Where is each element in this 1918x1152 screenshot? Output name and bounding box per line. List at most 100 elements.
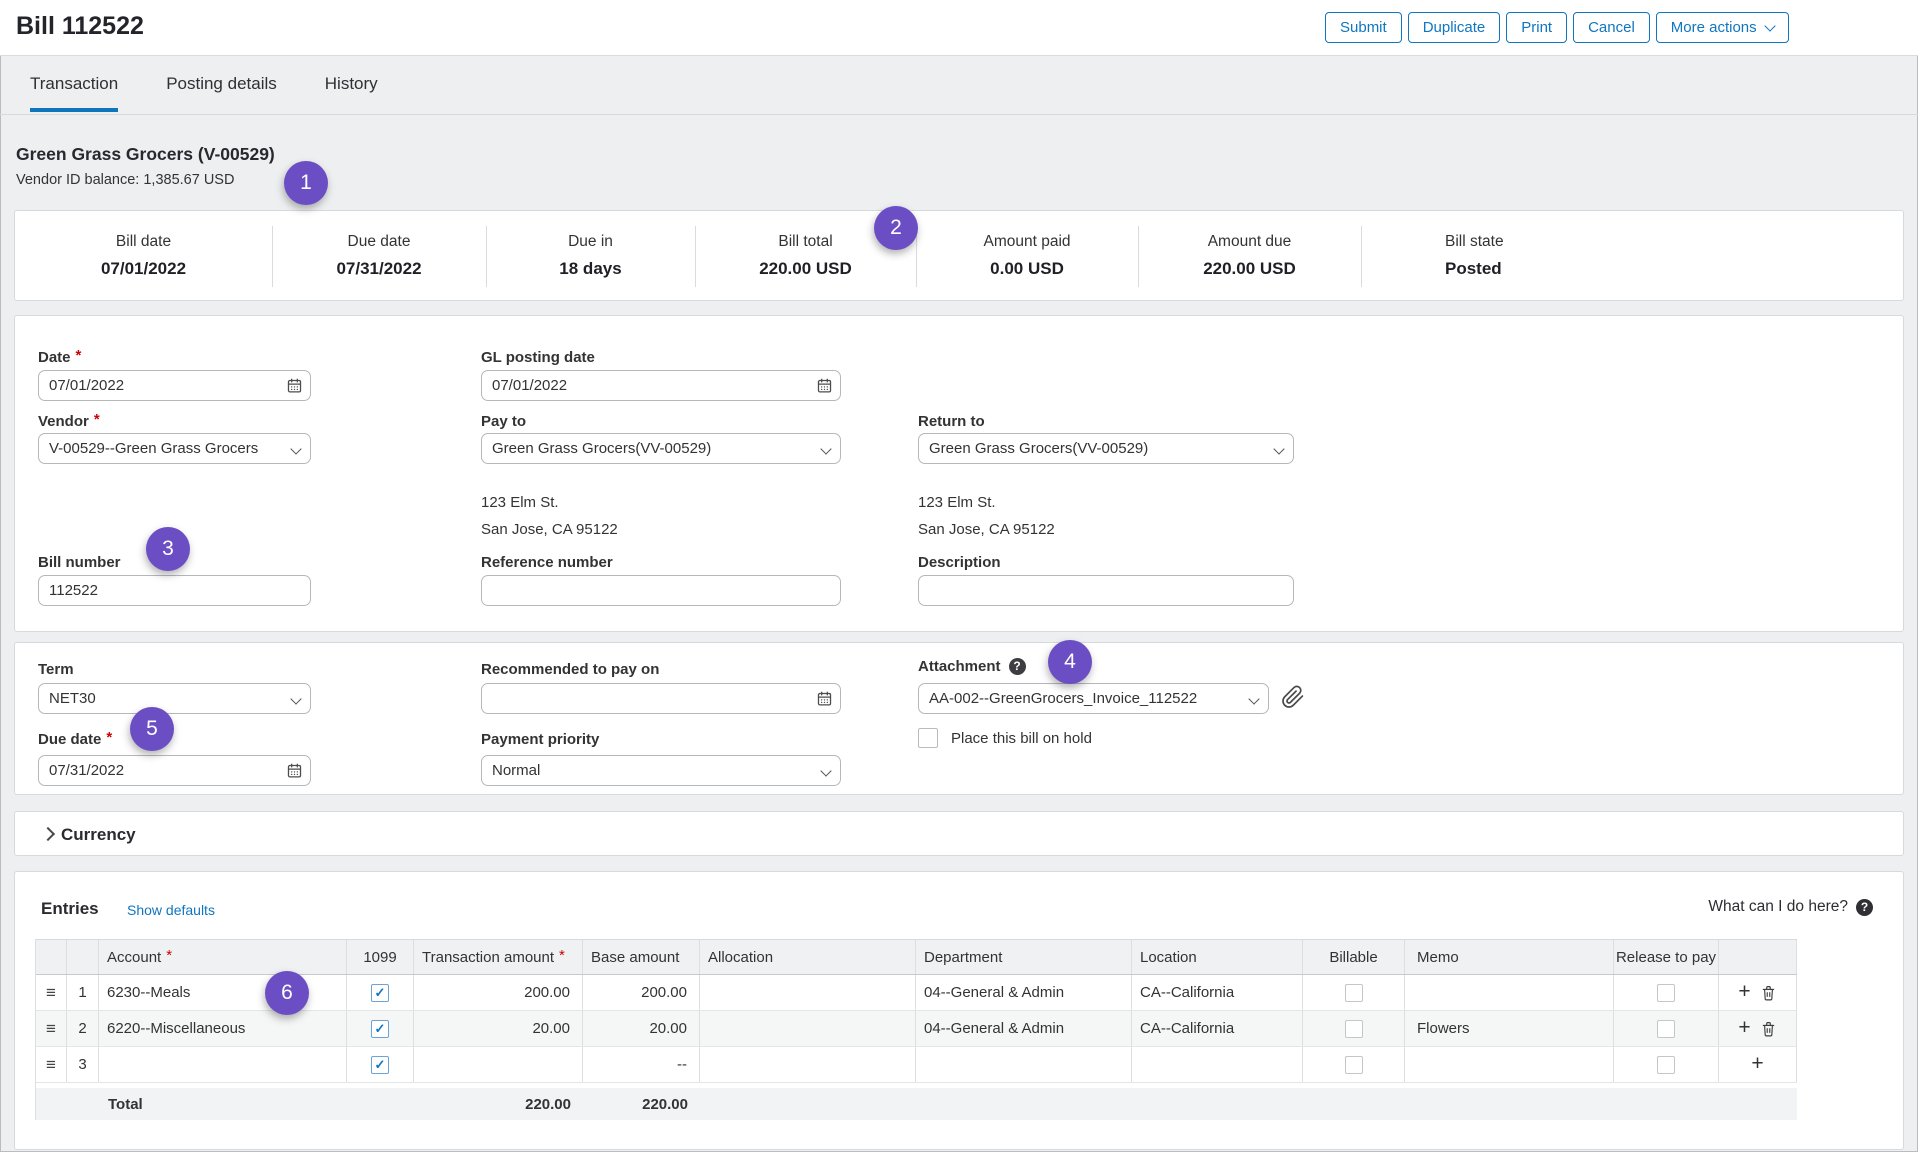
release-to-pay-checkbox[interactable] — [1657, 1020, 1675, 1038]
tab-bar: Transaction Posting details History — [30, 74, 378, 112]
more-actions-button[interactable]: More actions — [1656, 12, 1789, 43]
allocation-cell[interactable] — [700, 1047, 916, 1082]
help-icon[interactable] — [1009, 658, 1026, 675]
attachment-label: Attachment — [918, 658, 1001, 675]
due-date-label: Due date — [38, 731, 112, 748]
chevron-down-icon — [820, 765, 831, 776]
row-number: 2 — [67, 1011, 99, 1046]
bill-form-card: Date GL posting date Vendor V-00529--Gre… — [14, 315, 1904, 632]
transaction-amount-cell[interactable]: 20.00 — [414, 1011, 583, 1046]
calendar-icon[interactable] — [816, 377, 833, 394]
department-cell[interactable]: 04--General & Admin — [916, 1011, 1132, 1046]
pay-to-address-line2: San Jose, CA 95122 — [481, 521, 618, 538]
tab-history[interactable]: History — [325, 74, 378, 112]
paperclip-icon[interactable] — [1281, 685, 1305, 709]
submit-button[interactable]: Submit — [1325, 12, 1402, 43]
cancel-button[interactable]: Cancel — [1573, 12, 1650, 43]
memo-cell[interactable] — [1405, 1047, 1614, 1082]
vendor-select[interactable]: V-00529--Green Grass Grocers — [38, 433, 311, 464]
allocation-cell[interactable] — [700, 1011, 916, 1046]
drag-column-header — [36, 940, 67, 974]
account-column-header: Account — [99, 940, 347, 974]
allocation-cell[interactable] — [700, 975, 916, 1010]
date-input[interactable] — [38, 370, 311, 401]
bill-number-input[interactable] — [38, 575, 311, 606]
action-button-group: Submit Duplicate Print Cancel More actio… — [1325, 12, 1789, 43]
memo-cell[interactable] — [1405, 975, 1614, 1010]
payment-priority-select[interactable]: Normal — [481, 755, 841, 786]
table-row: ≡ 2 6220--Miscellaneous 20.00 20.00 04--… — [36, 1011, 1797, 1047]
pay-to-select[interactable]: Green Grass Grocers(VV-00529) — [481, 433, 841, 464]
help-icon[interactable] — [1856, 899, 1873, 916]
drag-handle-icon[interactable]: ≡ — [46, 984, 56, 1001]
currency-section[interactable]: Currency — [14, 811, 1904, 856]
add-row-icon[interactable]: + — [1738, 1017, 1750, 1038]
location-cell[interactable] — [1132, 1047, 1303, 1082]
tab-transaction[interactable]: Transaction — [30, 74, 118, 112]
department-column-header: Department — [916, 940, 1132, 974]
summary-amount-paid: Amount paid 0.00 USD — [916, 211, 1138, 300]
transaction-amount-cell[interactable] — [414, 1047, 583, 1082]
department-cell[interactable] — [916, 1047, 1132, 1082]
calendar-icon[interactable] — [286, 762, 303, 779]
summary-bill-state: Bill state Posted — [1445, 211, 1745, 300]
gl-posting-date-label: GL posting date — [481, 349, 595, 366]
release-to-pay-checkbox[interactable] — [1657, 1056, 1675, 1074]
1099-checkbox[interactable] — [371, 1020, 389, 1038]
return-to-select[interactable]: Green Grass Grocers(VV-00529) — [918, 433, 1294, 464]
tab-posting-details[interactable]: Posting details — [166, 74, 277, 112]
hold-checkbox[interactable] — [918, 728, 938, 748]
actions-column-header — [1719, 940, 1797, 974]
location-column-header: Location — [1132, 940, 1303, 974]
print-button[interactable]: Print — [1506, 12, 1567, 43]
account-cell[interactable] — [99, 1047, 347, 1082]
allocation-column-header: Allocation — [700, 940, 916, 974]
add-row-icon[interactable]: + — [1751, 1053, 1763, 1074]
billable-checkbox[interactable] — [1345, 1056, 1363, 1074]
callout-badge-5: 5 — [130, 707, 174, 751]
account-cell[interactable]: 6230--Meals — [99, 975, 347, 1010]
drag-handle-icon[interactable]: ≡ — [46, 1020, 56, 1037]
more-actions-label: More actions — [1671, 19, 1757, 36]
1099-checkbox[interactable] — [371, 1056, 389, 1074]
1099-column-header: 1099 — [347, 940, 414, 974]
recommended-to-pay-on-input[interactable] — [481, 683, 841, 714]
return-to-address-line1: 123 Elm St. — [918, 494, 996, 511]
trash-icon[interactable] — [1760, 984, 1777, 1002]
billable-checkbox[interactable] — [1345, 1020, 1363, 1038]
payment-priority-label: Payment priority — [481, 731, 599, 748]
vendor-balance: Vendor ID balance: 1,385.67 USD — [16, 172, 234, 188]
return-to-address-line2: San Jose, CA 95122 — [918, 521, 1055, 538]
memo-cell[interactable]: Flowers — [1405, 1011, 1614, 1046]
billable-column-header: Billable — [1303, 940, 1405, 974]
department-cell[interactable]: 04--General & Admin — [916, 975, 1132, 1010]
reference-number-input[interactable] — [481, 575, 841, 606]
grid-total-row: Total 220.00 220.00 — [36, 1088, 1797, 1120]
chevron-down-icon — [820, 443, 831, 454]
trash-icon[interactable] — [1760, 1020, 1777, 1038]
bill-summary-strip: Bill date 07/01/2022 Due date 07/31/2022… — [14, 210, 1904, 301]
release-to-pay-checkbox[interactable] — [1657, 984, 1675, 1002]
summary-due-in: Due in 18 days — [486, 211, 695, 300]
calendar-icon[interactable] — [286, 377, 303, 394]
location-cell[interactable]: CA--California — [1132, 975, 1303, 1010]
duplicate-button[interactable]: Duplicate — [1408, 12, 1501, 43]
what-can-i-do-here: What can I do here? — [1708, 898, 1873, 916]
description-input[interactable] — [918, 575, 1294, 606]
chevron-down-icon — [1248, 693, 1259, 704]
term-select[interactable]: NET30 — [38, 683, 311, 714]
gl-posting-date-input[interactable] — [481, 370, 841, 401]
location-cell[interactable]: CA--California — [1132, 1011, 1303, 1046]
due-date-input[interactable] — [38, 755, 311, 786]
add-row-icon[interactable]: + — [1738, 981, 1750, 1002]
account-cell[interactable]: 6220--Miscellaneous — [99, 1011, 347, 1046]
show-defaults-link[interactable]: Show defaults — [127, 902, 215, 918]
transaction-amount-cell[interactable]: 200.00 — [414, 975, 583, 1010]
calendar-icon[interactable] — [816, 690, 833, 707]
1099-checkbox[interactable] — [371, 984, 389, 1002]
drag-handle-icon[interactable]: ≡ — [46, 1056, 56, 1073]
attachment-select[interactable]: AA-002--GreenGrocers_Invoice_112522 — [918, 683, 1269, 714]
billable-checkbox[interactable] — [1345, 984, 1363, 1002]
vendor-name: Green Grass Grocers (V-00529) — [16, 144, 275, 165]
date-label: Date — [38, 349, 81, 366]
